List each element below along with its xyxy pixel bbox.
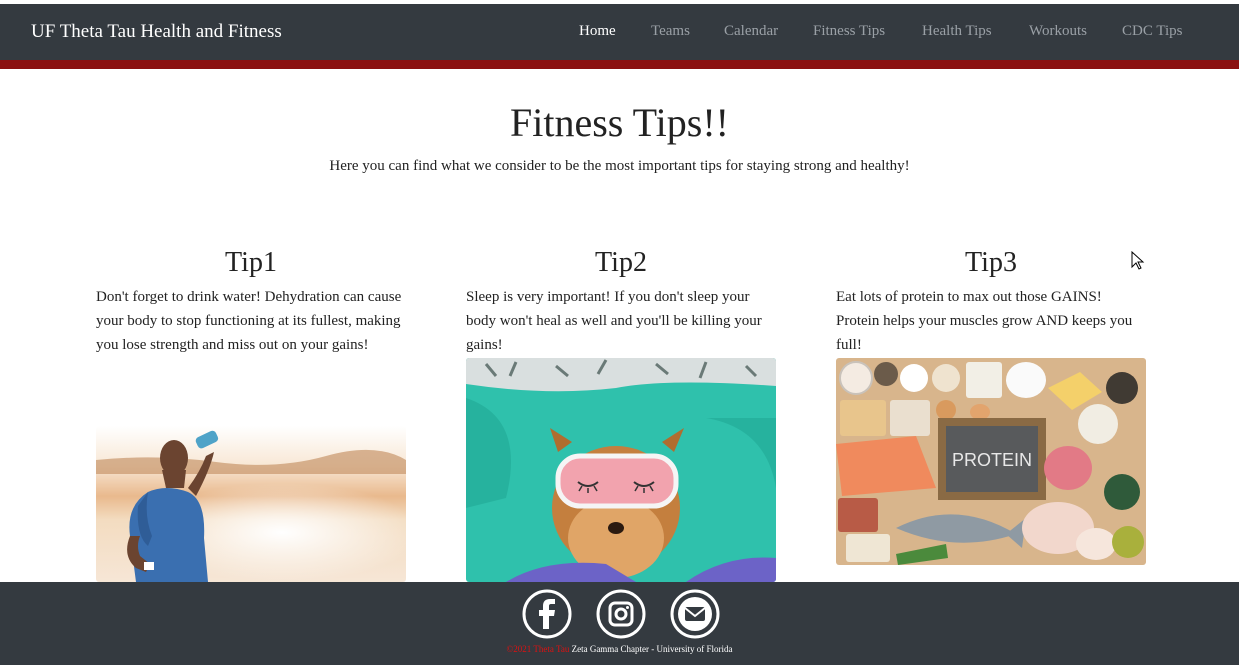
tip-title: Tip3 (965, 247, 1017, 278)
page-subtitle: Here you can find what we consider to be… (329, 158, 910, 174)
mouse-cursor-icon (1131, 250, 1145, 276)
brand-link[interactable]: UF Theta Tau Health and Fitness (31, 21, 282, 43)
instagram-icon[interactable] (596, 589, 646, 639)
navbar: UF Theta Tau Health and Fitness Home Tea… (0, 4, 1239, 60)
tip-title: Tip2 (595, 247, 647, 278)
mail-icon[interactable] (670, 589, 720, 639)
tip-text: Sleep is very important! If you don't sl… (466, 289, 762, 353)
tip-text: Eat lots of protein to max out those GAI… (836, 289, 1133, 353)
nav-item-health-tips[interactable]: Health Tips (922, 23, 992, 40)
nav-item-cdc-tips[interactable]: CDC Tips (1122, 23, 1182, 40)
protein-foods-image: PROTEIN (836, 358, 1146, 565)
tip-title: Tip1 (225, 247, 277, 278)
copyright-chapter: Zeta Gamma Chapter - University of Flori… (569, 644, 733, 654)
sleeping-dog-image (466, 358, 776, 582)
tip-card-2: Tip2 Sleep is very important! If you don… (466, 243, 776, 357)
footer: ©2021 Theta Tau Zeta Gamma Chapter - Uni… (0, 582, 1239, 665)
water-drinking-image (96, 426, 406, 582)
nav-item-home[interactable]: Home (579, 23, 616, 40)
nav-item-fitness-tips[interactable]: Fitness Tips (813, 23, 885, 40)
tip-text: Don't forget to drink water! Dehydration… (96, 289, 402, 353)
nav-item-calendar[interactable]: Calendar (724, 23, 778, 40)
tip-card-3: Tip3 Eat lots of protein to max out thos… (836, 243, 1146, 357)
nav-item-teams[interactable]: Teams (651, 23, 690, 40)
page-title: Fitness Tips!! (510, 100, 729, 145)
tip-card-1: Tip1 Don't forget to drink water! Dehydr… (96, 243, 406, 357)
facebook-icon[interactable] (522, 589, 572, 639)
nav-item-workouts[interactable]: Workouts (1029, 23, 1087, 40)
accent-bar (0, 60, 1239, 69)
copyright-text: ©2021 Theta Tau Zeta Gamma Chapter - Uni… (0, 644, 1239, 654)
protein-label: PROTEIN (952, 450, 1032, 470)
copyright-org: ©2021 Theta Tau (506, 644, 570, 654)
